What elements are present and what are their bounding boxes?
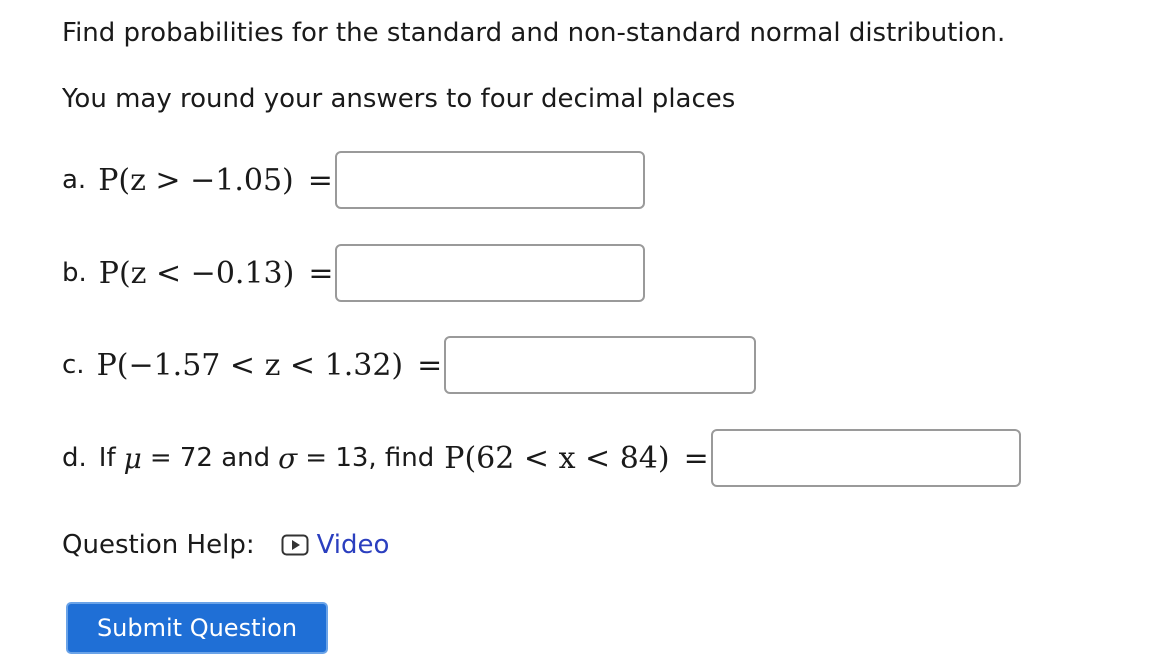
equals-sign: = bbox=[683, 440, 709, 476]
question-c-expression: P(−1.57 < z < 1.32) bbox=[96, 347, 404, 383]
question-a-letter: a. bbox=[62, 165, 87, 195]
question-d: d. If μ = 72 and σ = 13, find P(62 < x <… bbox=[62, 429, 1021, 487]
answer-input-c[interactable] bbox=[444, 336, 757, 394]
equals-sign: = bbox=[417, 347, 443, 383]
answer-input-a[interactable] bbox=[334, 151, 645, 209]
question-c-letter: c. bbox=[62, 350, 85, 380]
question-a: a. P(z > −1.05) = bbox=[62, 151, 645, 209]
question-c: c. P(−1.57 < z < 1.32) = bbox=[62, 336, 757, 394]
question-d-letter: d. bbox=[62, 443, 87, 473]
question-b: b. P(z < −0.13) = bbox=[62, 244, 646, 302]
answer-input-b[interactable] bbox=[335, 244, 646, 302]
play-icon bbox=[281, 534, 309, 556]
question-d-prefix: If bbox=[98, 443, 116, 473]
question-help: Question Help: Video bbox=[62, 530, 389, 560]
question-help-label: Question Help: bbox=[62, 530, 255, 560]
mu-symbol: μ bbox=[123, 441, 142, 475]
question-d-expression: P(62 < x < 84) bbox=[444, 440, 670, 476]
question-a-expression: P(z > −1.05) bbox=[98, 162, 294, 198]
sigma-value: = 13, find bbox=[305, 443, 435, 473]
instructions-rounding-note: You may round your answers to four decim… bbox=[62, 84, 736, 114]
video-help-link[interactable]: Video bbox=[281, 530, 390, 560]
instructions-intro: Find probabilities for the standard and … bbox=[62, 18, 1006, 48]
submit-question-button[interactable]: Submit Question bbox=[66, 602, 328, 654]
question-b-letter: b. bbox=[62, 258, 87, 288]
video-link-label: Video bbox=[316, 530, 390, 560]
equals-sign: = bbox=[308, 255, 334, 291]
equals-sign: = bbox=[307, 162, 333, 198]
mu-value: = 72 and bbox=[149, 443, 271, 473]
sigma-symbol: σ bbox=[278, 441, 298, 475]
question-b-expression: P(z < −0.13) bbox=[98, 255, 295, 291]
answer-input-d[interactable] bbox=[710, 429, 1021, 487]
